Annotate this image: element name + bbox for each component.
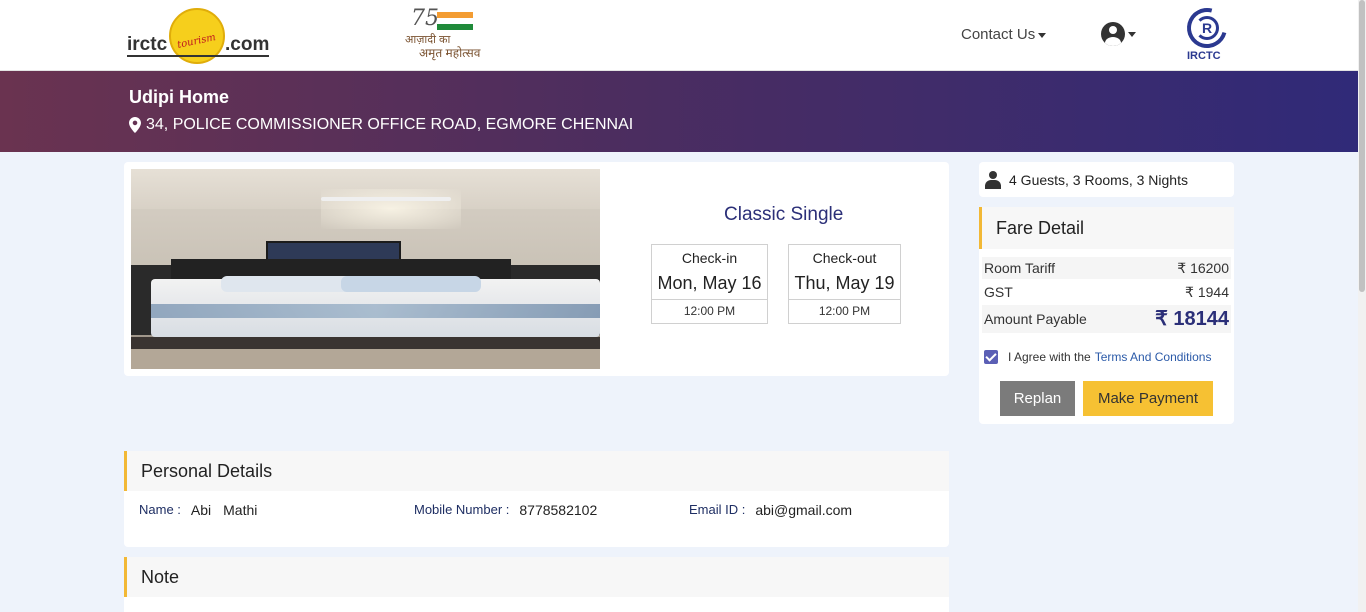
caret-down-icon xyxy=(1128,31,1136,37)
fare-value: ₹ 1944 xyxy=(1185,284,1229,300)
personal-details-card: Personal Details Name : Abi Mathi Mobile… xyxy=(124,451,949,547)
top-navbar: irctc tourism .com 75 आज़ादी का अमृत महो… xyxy=(0,0,1358,71)
agree-text: I Agree with the xyxy=(1008,350,1091,364)
fare-row-gst: GST ₹ 1944 xyxy=(982,281,1231,303)
terms-link[interactable]: Terms And Conditions xyxy=(1095,350,1212,364)
terms-agreement: I Agree with the Terms And Conditions xyxy=(984,350,1211,364)
room-card: Classic Single Check-in Mon, May 16 12:0… xyxy=(124,162,949,376)
make-payment-button[interactable]: Make Payment xyxy=(1083,381,1213,416)
checkout-label: Check-out xyxy=(812,250,877,266)
email-field: Email ID : abi@gmail.com xyxy=(689,502,852,518)
checkout-date: Thu, May 19 xyxy=(794,273,895,293)
user-icon xyxy=(985,170,1001,189)
mobile-label: Mobile Number : xyxy=(414,502,510,517)
user-menu-dropdown[interactable] xyxy=(1101,22,1136,46)
agree-checkbox[interactable] xyxy=(984,350,998,364)
wall-art xyxy=(266,241,401,261)
irctc-caption: IRCTC xyxy=(1187,50,1221,62)
caret-down-icon xyxy=(1038,32,1047,38)
note-card: Note xyxy=(124,557,949,612)
ceiling-fan xyxy=(321,197,451,201)
azadi-line2: अमृत महोत्सव xyxy=(419,46,481,60)
fare-row-amount-payable: Amount Payable ₹ 18144 xyxy=(982,305,1231,333)
checkout-box: Check-out Thu, May 19 12:00 PM xyxy=(788,244,901,324)
personal-details-title: Personal Details xyxy=(124,451,949,491)
guests-text: 4 Guests, 3 Rooms, 3 Nights xyxy=(1009,171,1188,188)
fare-row-room-tariff: Room Tariff ₹ 16200 xyxy=(982,257,1231,279)
email-label: Email ID : xyxy=(689,502,746,517)
guests-summary: 4 Guests, 3 Rooms, 3 Nights xyxy=(979,162,1234,197)
logo-text-left: irctc xyxy=(127,34,168,55)
fare-label: Room Tariff xyxy=(984,260,1056,276)
name-label: Name : xyxy=(139,502,181,517)
fare-detail-title: Fare Detail xyxy=(979,207,1234,249)
checkin-label: Check-in xyxy=(681,250,738,266)
hotel-banner: Udipi Home 34, POLICE COMMISSIONER OFFIC… xyxy=(0,71,1358,152)
name-field: Name : Abi Mathi xyxy=(139,502,257,518)
fare-label: Amount Payable xyxy=(984,311,1087,327)
mobile-value: 8778582102 xyxy=(519,502,598,518)
first-name-value: Abi xyxy=(190,502,212,518)
mobile-field: Mobile Number : 8778582102 xyxy=(414,502,597,518)
logo-text-right: .com xyxy=(225,34,270,55)
checkin-date: Mon, May 16 xyxy=(657,273,762,293)
logo-script: tourism xyxy=(176,32,217,51)
hotel-name: Udipi Home xyxy=(129,87,230,107)
email-value: abi@gmail.com xyxy=(755,502,853,518)
contact-us-dropdown[interactable]: Contact Us xyxy=(961,26,1047,43)
room-type: Classic Single xyxy=(724,204,844,225)
scrollbar-thumb[interactable] xyxy=(1359,0,1365,292)
last-name-value: Mathi xyxy=(223,502,258,518)
azadi-number: 75 xyxy=(411,6,439,31)
note-title: Note xyxy=(124,557,949,597)
irctc-tourism-logo[interactable]: irctc tourism .com xyxy=(127,8,272,64)
checkin-time: 12:00 PM xyxy=(652,299,767,323)
contact-us-label: Contact Us xyxy=(961,26,1036,43)
amount-payable-value: ₹ 18144 xyxy=(1155,308,1229,330)
logo-underline xyxy=(127,55,269,57)
map-marker-icon xyxy=(129,117,141,133)
room-photo xyxy=(131,169,600,369)
irctc-logo[interactable]: R IRCTC xyxy=(1179,0,1235,64)
replan-button[interactable]: Replan xyxy=(1000,381,1075,416)
hotel-address-row: 34, POLICE COMMISSIONER OFFICE ROAD, EGM… xyxy=(129,116,633,134)
fare-value: ₹ 16200 xyxy=(1177,260,1229,276)
fare-detail-card: Fare Detail Room Tariff ₹ 16200 GST ₹ 19… xyxy=(979,207,1234,424)
checkout-time: 12:00 PM xyxy=(789,299,900,323)
user-circle-icon xyxy=(1101,22,1125,46)
fare-label: GST xyxy=(984,284,1013,300)
azadi-ka-amrit-mahotsav-logo: 75 आज़ादी का अमृत महोत्सव xyxy=(405,6,485,62)
hotel-address: 34, POLICE COMMISSIONER OFFICE ROAD, EGM… xyxy=(146,116,634,133)
checkin-box: Check-in Mon, May 16 12:00 PM xyxy=(651,244,768,324)
page-scrollbar[interactable] xyxy=(1358,0,1366,612)
irctc-r-glyph: R xyxy=(1202,20,1213,36)
tricolor-flag-icon xyxy=(437,12,473,30)
